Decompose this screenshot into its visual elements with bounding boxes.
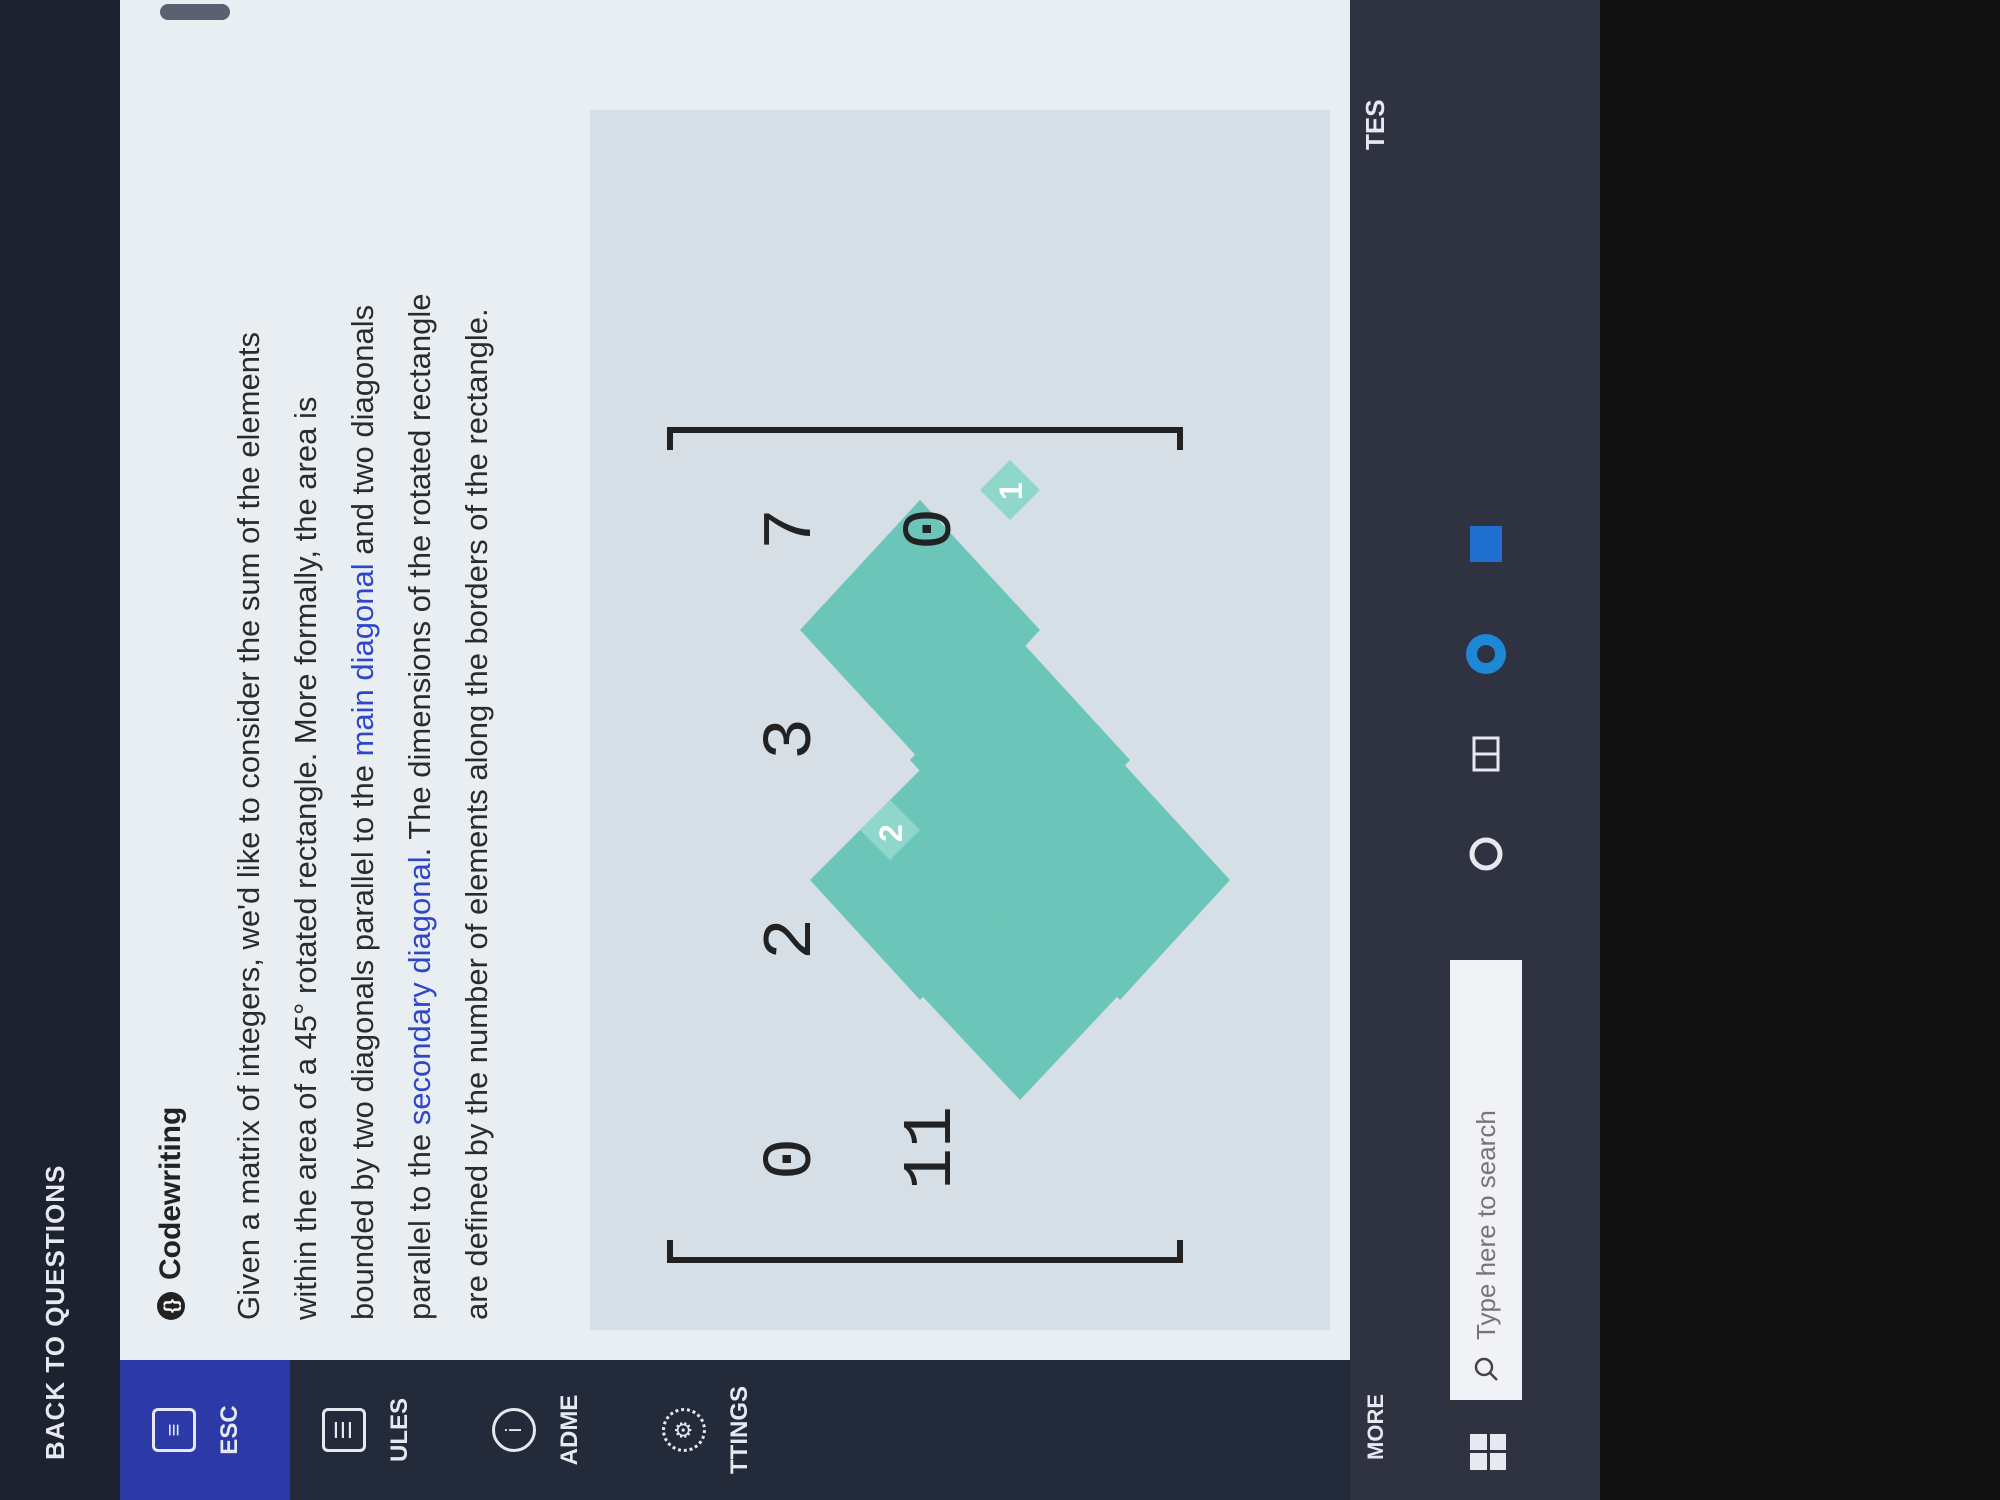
sidebar-item-label: ULES xyxy=(386,1398,413,1463)
dimension-b-label: 1 xyxy=(993,482,1029,500)
matrix-cell: 3 xyxy=(753,718,832,760)
left-bracket xyxy=(667,1240,1183,1263)
task-view-icon[interactable] xyxy=(1460,728,1512,780)
store-icon[interactable] xyxy=(1460,518,1512,570)
sidebar-item-rules[interactable]: ☰ ULES xyxy=(290,1360,460,1500)
matrix-diagram: 0 2 3 7 11 0 2 1 xyxy=(667,427,1230,1263)
matrix-cell: 0 xyxy=(753,1138,832,1180)
example-figure: 0 2 3 7 11 0 2 1 xyxy=(590,110,1330,1330)
sidebar-item-label: ESC xyxy=(216,1405,243,1455)
secondary-diagonal-link[interactable]: secondary diagonal xyxy=(402,856,437,1125)
matrix-cell: 11 xyxy=(893,1106,972,1190)
rotated-rectangle xyxy=(800,500,1230,1100)
dimension-a-label: 2 xyxy=(873,824,909,842)
photo-frame: BACK TO QUESTIONS ≡ ESC ☰ ULES i ADME ⚙ … xyxy=(0,0,2000,1500)
info-icon: i xyxy=(492,1408,536,1452)
problem-description: Given a matrix of integers, we'd like to… xyxy=(220,280,505,1320)
tests-tab[interactable]: TES xyxy=(1360,99,1391,150)
matrix-cell: 7 xyxy=(753,508,832,550)
document-icon: ≡ xyxy=(152,1408,196,1452)
taskbar: MORE TES xyxy=(1350,0,1600,1500)
screen: BACK TO QUESTIONS ≡ ESC ☰ ULES i ADME ⚙ … xyxy=(0,0,1600,1500)
dimension-marker: 1 xyxy=(980,460,1040,520)
code-icon: {} xyxy=(157,1292,185,1320)
search-input[interactable] xyxy=(1469,978,1503,1342)
sidebar: ≡ ESC ☰ ULES i ADME ⚙ TTINGS xyxy=(120,1360,1350,1500)
windows-start-icon[interactable] xyxy=(1470,1434,1506,1470)
sidebar-item-label: ADME xyxy=(556,1394,583,1466)
right-bracket xyxy=(667,427,1183,450)
sidebar-item-readme[interactable]: i ADME xyxy=(460,1360,630,1500)
matrix-cell: 0 xyxy=(893,508,972,550)
sidebar-item-description[interactable]: ≡ ESC xyxy=(120,1360,290,1500)
scrollbar[interactable] xyxy=(120,0,1350,26)
gear-icon: ⚙ xyxy=(662,1408,706,1452)
problem-panel: {} Codewriting Given a matrix of integer… xyxy=(120,0,1350,1360)
sidebar-item-settings[interactable]: ⚙ TTINGS xyxy=(630,1360,800,1500)
top-bar: BACK TO QUESTIONS xyxy=(0,0,120,1500)
edge-icon[interactable] xyxy=(1460,628,1512,680)
problem-type-label: Codewriting xyxy=(154,1106,187,1280)
search-icon xyxy=(1474,1357,1498,1381)
problem-type: {} Codewriting xyxy=(154,1107,188,1320)
more-button[interactable]: MORE xyxy=(1350,1394,1402,1460)
sidebar-item-label: TTINGS xyxy=(726,1386,753,1474)
cortana-icon[interactable] xyxy=(1460,828,1512,880)
scrollbar-thumb[interactable] xyxy=(160,4,230,20)
back-to-questions-link[interactable]: BACK TO QUESTIONS xyxy=(40,1165,71,1460)
main-diagonal-link[interactable]: main diagonal xyxy=(345,563,380,756)
matrix-cell: 2 xyxy=(753,918,832,960)
taskbar-search[interactable] xyxy=(1450,960,1522,1400)
more-label: MORE xyxy=(1363,1394,1388,1460)
list-icon: ☰ xyxy=(322,1408,366,1452)
